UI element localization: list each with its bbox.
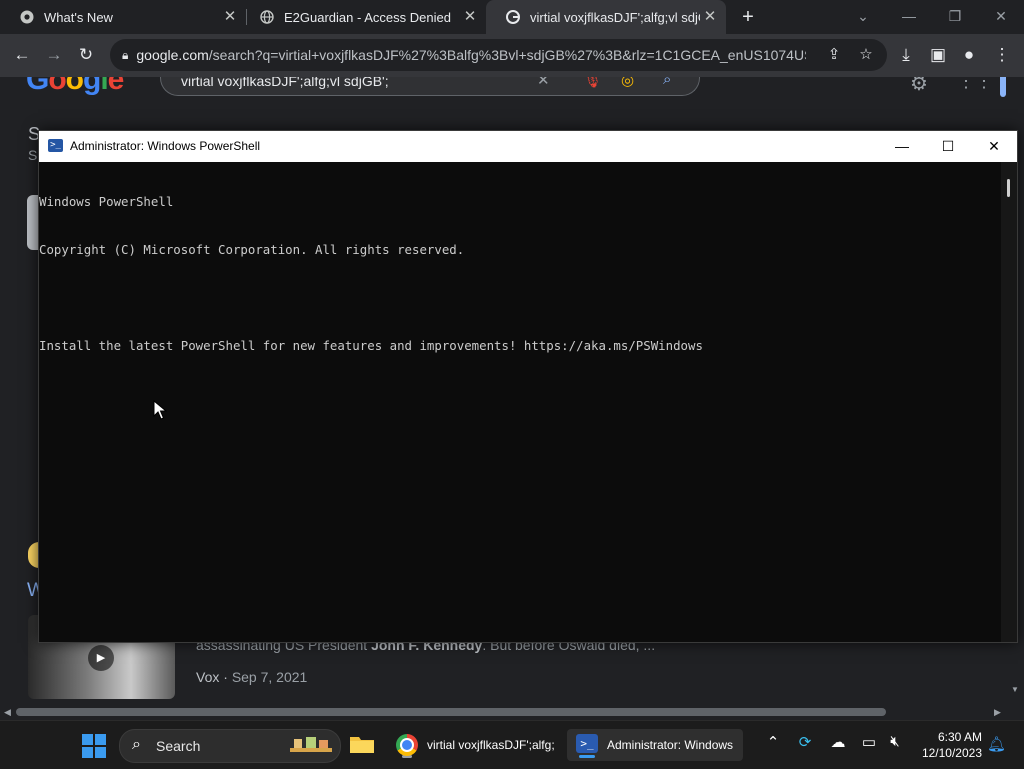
onedrive-off-icon[interactable]: ☁ — [827, 733, 849, 751]
notification-bell-icon[interactable]: 🔔︎ — [987, 735, 1006, 753]
tab-e2guardian[interactable]: E2Guardian - Access Denied ✕ — [240, 0, 486, 34]
address-bar[interactable]: 🔒︎ google.com/search?q=virtial+voxjflkas… — [110, 39, 887, 71]
download-icon[interactable]: ⤓ — [894, 43, 918, 67]
console-line: Copyright (C) Microsoft Corporation. All… — [39, 242, 465, 257]
powershell-window[interactable]: >_ Administrator: Windows PowerShell — ☐… — [38, 130, 1018, 643]
console-scrollbar[interactable] — [1001, 162, 1017, 642]
profile-icon[interactable]: ● — [957, 43, 981, 67]
system-clock[interactable]: 6:30 AM 12/10/2023 — [910, 729, 982, 761]
lock-icon: 🔒︎ — [122, 47, 129, 62]
powershell-titlebar[interactable]: >_ Administrator: Windows PowerShell — ☐… — [39, 131, 1017, 162]
mouse-cursor-icon — [153, 400, 167, 420]
new-tab-icon[interactable]: + — [737, 6, 759, 28]
search-box[interactable]: virtial voxjflkasDJF';alfg;vl sdjGB'; ✕ … — [160, 77, 700, 96]
lens-icon[interactable]: ◎ — [621, 77, 634, 89]
clock-date: 12/10/2023 — [921, 746, 982, 760]
minimize-icon[interactable]: — — [894, 4, 924, 28]
powershell-console[interactable]: Windows PowerShell Copyright (C) Microso… — [39, 162, 1001, 642]
active-indicator — [579, 755, 595, 758]
bookmark-star-icon[interactable]: ☆ — [854, 43, 878, 67]
minimize-icon[interactable]: — — [879, 131, 925, 162]
settings-gear-icon[interactable]: ⚙ — [910, 77, 928, 96]
chrome-icon — [20, 10, 34, 24]
play-icon: ▶ — [88, 645, 114, 671]
back-icon[interactable]: ← — [10, 43, 34, 67]
console-line: Windows PowerShell — [39, 194, 174, 209]
search-highlight-icon — [290, 737, 332, 752]
tab-title: What's New — [44, 9, 113, 25]
microphone-icon[interactable]: 🎙︎ — [583, 77, 602, 89]
menu-kebab-icon[interactable]: ⋮ — [990, 43, 1014, 67]
result-subtext-partial: S — [28, 147, 38, 163]
taskbar-search[interactable]: ⌕ Search — [119, 729, 341, 763]
tab-strip: What's New ✕ E2Guardian - Access Denied … — [0, 0, 1024, 34]
console-scroll-thumb[interactable] — [1007, 179, 1010, 197]
sync-icon[interactable]: ⟳ — [794, 733, 816, 751]
scrollbar-corner — [1008, 704, 1024, 720]
video-source: Vox · Sep 7, 2021 — [196, 669, 308, 685]
apps-grid-icon[interactable]: ⋮⋮ — [957, 77, 993, 92]
console-line: Install the latest PowerShell for new fe… — [39, 338, 703, 353]
tab-title: virtial voxjflkasDJF';alfg;vl sdjGB' — [530, 9, 700, 25]
taskbar-powershell-label: Administrator: Windows — [607, 738, 734, 752]
side-panel-icon[interactable]: ▣ — [926, 43, 950, 67]
windows-start-icon[interactable] — [82, 734, 106, 758]
close-window-icon[interactable]: ✕ — [986, 4, 1016, 28]
chrome-icon — [396, 734, 418, 756]
address-url: google.com/search?q=virtial+voxjflkasDJF… — [136, 47, 807, 63]
file-explorer-icon[interactable] — [349, 734, 375, 754]
taskbar-chrome-label: virtial voxjflkasDJF';alfg; — [427, 738, 555, 752]
search-query: virtial voxjflkasDJF';alfg;vl sdjGB'; — [181, 77, 389, 89]
close-tab-icon[interactable]: ✕ — [222, 9, 238, 25]
maximize-icon[interactable]: ☐ — [925, 131, 971, 162]
search-icon: ⌕ — [132, 736, 141, 753]
tab-search-icon[interactable]: ⌄ — [848, 4, 878, 28]
share-icon[interactable]: ⇪ — [822, 43, 846, 67]
close-tab-icon[interactable]: ✕ — [462, 9, 478, 25]
tab-google-search[interactable]: virtial voxjflkasDJF';alfg;vl sdjGB' ✕ — [486, 0, 726, 34]
search-icon[interactable]: ⌕ — [663, 77, 671, 88]
taskbar: ⌕ Search virtial voxjflkasDJF';alfg; Adm… — [0, 720, 1024, 769]
globe-icon — [260, 10, 274, 24]
horizontal-scroll-thumb[interactable] — [16, 708, 886, 716]
browser-toolbar: ← → ↻ 🔒︎ google.com/search?q=virtial+vox… — [0, 34, 1024, 77]
reload-icon[interactable]: ↻ — [74, 43, 98, 67]
tab-title: E2Guardian - Access Denied — [284, 9, 451, 25]
clock-time: 6:30 AM — [937, 730, 982, 744]
google-icon — [506, 10, 520, 24]
network-icon[interactable]: ▭ — [858, 733, 880, 751]
scroll-right-arrow-icon[interactable]: ▶ — [994, 707, 1001, 718]
scroll-down-arrow-icon[interactable]: ▼ — [1011, 685, 1019, 694]
google-logo[interactable]: Google — [26, 77, 124, 97]
powershell-icon: >_ — [576, 734, 598, 753]
scroll-left-arrow-icon[interactable]: ◀ — [4, 707, 11, 718]
forward-icon[interactable]: → — [42, 43, 66, 67]
taskbar-search-label: Search — [156, 738, 201, 754]
clear-icon[interactable]: ✕ — [537, 77, 550, 89]
close-icon[interactable]: ✕ — [971, 131, 1017, 162]
powershell-title: Administrator: Windows PowerShell — [70, 139, 261, 153]
account-avatar[interactable] — [1000, 77, 1006, 97]
chevron-up-icon[interactable]: ⌃ — [762, 733, 784, 751]
volume-muted-icon[interactable]: 🔇︎ — [884, 733, 906, 750]
restore-icon[interactable]: ❐ — [940, 4, 970, 28]
powershell-icon: >_ — [48, 139, 63, 152]
page-horizontal-scrollbar[interactable]: ◀ ▶ — [0, 704, 1008, 720]
close-tab-icon[interactable]: ✕ — [702, 9, 718, 25]
tab-whats-new[interactable]: What's New ✕ — [0, 0, 246, 34]
